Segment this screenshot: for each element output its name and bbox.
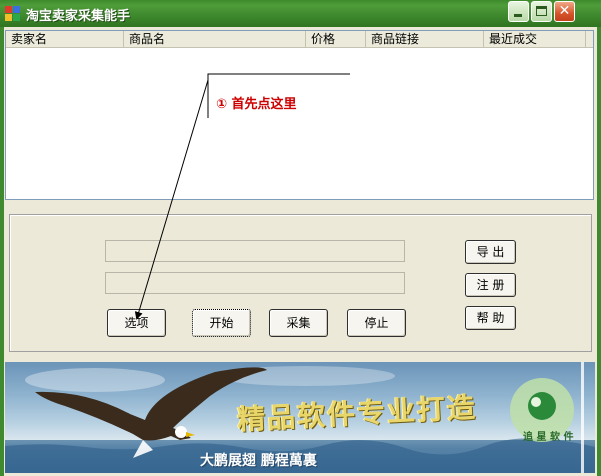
export-button[interactable]: 导 出	[465, 240, 516, 264]
column-header-price[interactable]: 价格	[306, 31, 366, 47]
list-header: 卖家名 商品名 价格 商品链接 最近成交	[6, 31, 593, 48]
column-header-product[interactable]: 商品名	[124, 31, 306, 47]
input-field-2[interactable]	[105, 272, 405, 294]
seal-caption: 追 星 软 件	[523, 432, 574, 443]
input-field-1[interactable]	[105, 240, 405, 262]
banner-motto: 大鹏展翅 鹏程萬裏	[200, 453, 317, 469]
options-button[interactable]: 选项	[107, 309, 166, 337]
title-bar[interactable]: 淘宝卖家采集能手 ✕	[0, 0, 601, 27]
banner-image: 精品软件专业打造 大鹏展翅 鹏程萬裏 追 星 软 件	[5, 362, 595, 473]
maximize-icon	[536, 6, 547, 16]
stop-button[interactable]: 停止	[347, 309, 406, 337]
maximize-button[interactable]	[531, 1, 552, 22]
start-button[interactable]: 开始	[192, 309, 251, 337]
annotation-label: ① 首先点这里	[216, 97, 297, 112]
results-list[interactable]: 卖家名 商品名 价格 商品链接 最近成交	[5, 30, 594, 200]
column-header-recent-sales[interactable]: 最近成交	[484, 31, 586, 47]
column-header-seller[interactable]: 卖家名	[6, 31, 124, 47]
input-2[interactable]	[106, 273, 404, 293]
minimize-icon	[514, 14, 522, 17]
app-icon[interactable]	[5, 6, 21, 22]
register-button[interactable]: 注 册	[465, 273, 516, 297]
input-1[interactable]	[106, 241, 404, 261]
close-icon: ✕	[558, 3, 571, 19]
window-title: 淘宝卖家采集能手	[26, 9, 131, 24]
close-button[interactable]: ✕	[554, 1, 575, 22]
minimize-button[interactable]	[508, 1, 529, 22]
window-frame-left	[0, 27, 4, 476]
column-header-link[interactable]: 商品链接	[366, 31, 484, 47]
help-button[interactable]: 帮 助	[465, 306, 516, 330]
collect-button[interactable]: 采集	[269, 309, 328, 337]
window-frame-right	[597, 27, 601, 476]
